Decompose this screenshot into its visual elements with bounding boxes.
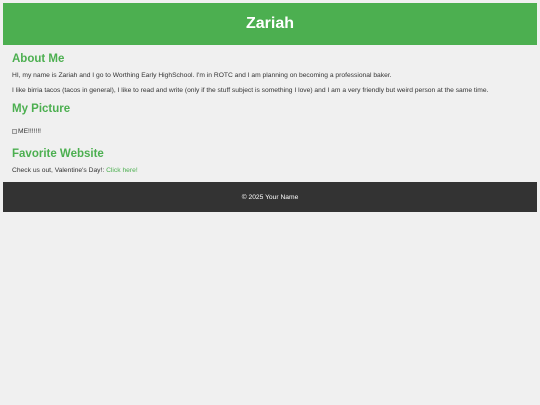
favorite-website-link[interactable]: Click here! xyxy=(106,167,138,174)
main-content: About Me HI, my name is Zariah and I go … xyxy=(3,53,537,176)
site-header: Zariah xyxy=(3,3,537,45)
about-section: About Me HI, my name is Zariah and I go … xyxy=(12,53,528,95)
about-paragraph-2: I like birria tacos (tacos in general), … xyxy=(12,86,489,94)
footer-copyright: © 2025 Your Name xyxy=(241,193,299,201)
about-heading: About Me xyxy=(12,53,65,65)
picture-section: My Picture ME!!!!!!! xyxy=(12,103,528,140)
broken-image-icon xyxy=(12,129,17,135)
site-footer: © 2025 Your Name xyxy=(3,182,537,213)
favorite-website-text: Check us out, Valentine's Day!: Click he… xyxy=(12,166,528,176)
favorite-website-heading: Favorite Website xyxy=(12,148,104,161)
favorite-website-section: Favorite Website Check us out, Valentine… xyxy=(12,148,528,176)
site-title: Zariah xyxy=(245,15,294,32)
profile-picture: ME!!!!!!! xyxy=(12,128,41,135)
about-paragraph-1: HI, my name is Zariah and I go to Worthi… xyxy=(12,72,392,79)
profile-picture-alt-text: ME!!!!!!! xyxy=(18,128,42,136)
picture-heading: My Picture xyxy=(12,103,71,116)
page: Zariah About Me HI, my name is Zariah an… xyxy=(0,0,540,405)
favorite-website-description: Check us out, Valentine's Day!: xyxy=(12,167,107,175)
